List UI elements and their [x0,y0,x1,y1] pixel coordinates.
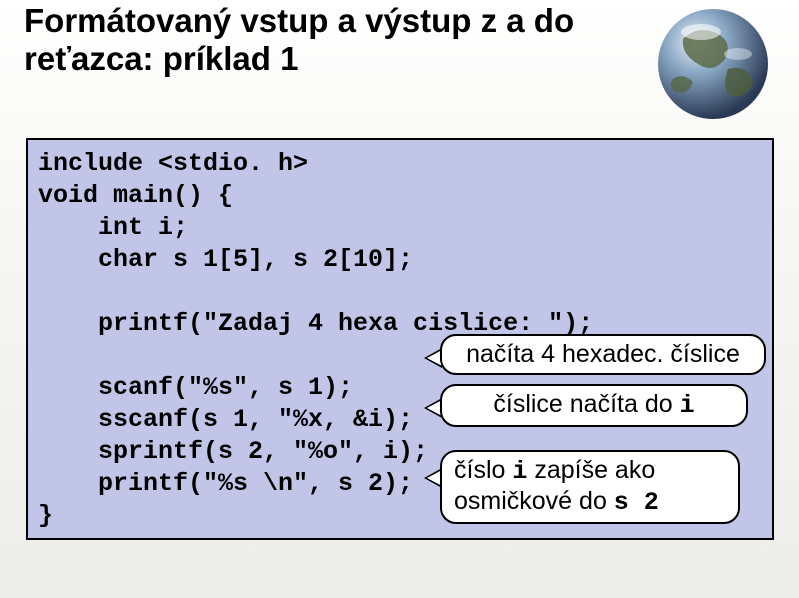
code-line: } [38,501,53,530]
callout-code: i [680,391,695,420]
code-line: scanf("%s", s 1); [38,373,353,402]
callout-read-i: číslice načíta do i [440,384,748,427]
code-line: sprintf(s 2, "%o", i); [38,437,428,466]
callout-text: číslice načíta do [493,390,679,418]
code-line: int i; [38,213,188,242]
callout-code: i [512,457,527,486]
callout-write-s2: číslo i zapíše ako osmičkové do s 2 [440,450,740,524]
code-line: sscanf(s 1, "%x, &i); [38,405,413,434]
slide: Formátovaný vstup a výstup z a do reťazc… [0,0,799,598]
globe-icon [653,4,773,124]
slide-title: Formátovaný vstup a výstup z a do reťazc… [24,2,584,78]
callout-hexa: načíta 4 hexadec. číslice [440,334,766,375]
code-line: char s 1[5], s 2[10]; [38,245,413,274]
code-line: printf("%s \n", s 2); [38,469,413,498]
code-line: void main() { [38,181,233,210]
callout-code: s 2 [614,488,659,517]
callout-text: načíta 4 hexadec. číslice [466,340,740,368]
code-line: include <stdio. h> [38,149,308,178]
callout-text: číslo [454,456,512,484]
